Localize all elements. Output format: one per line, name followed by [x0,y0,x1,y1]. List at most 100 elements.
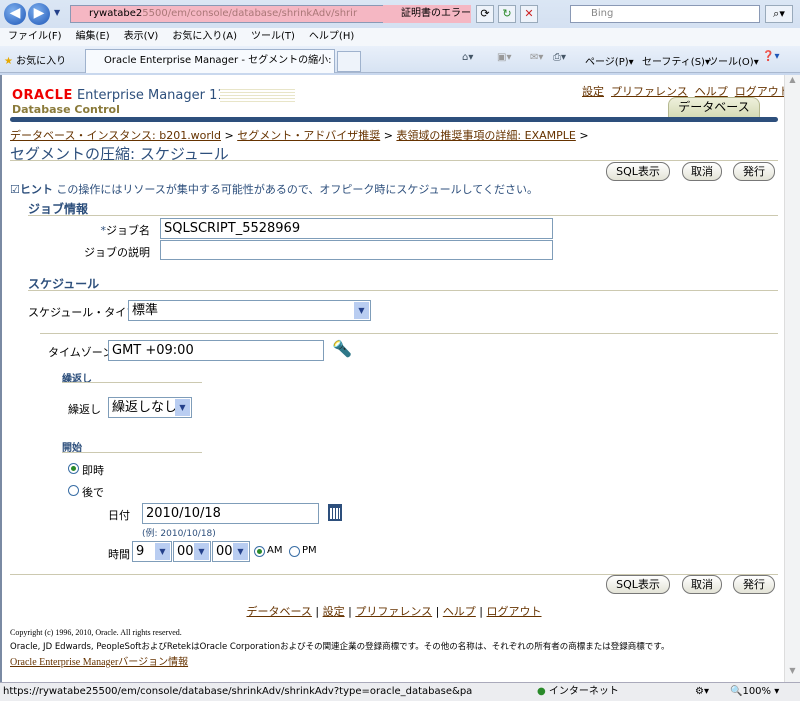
schedule-type-value: 標準 [132,303,159,318]
tab-database-label: データベース [678,100,750,114]
repeat-value: 繰返しなし [112,400,178,415]
second-select[interactable]: 00 ▼ [212,541,250,562]
home-icon[interactable]: ⌂▾ [462,52,473,63]
protected-mode-icon[interactable]: ⚙▾ [695,683,709,701]
flashlight-search-icon[interactable]: 🔦 [332,339,352,358]
cancel-button-bottom[interactable]: 取消 [682,575,722,594]
footer-link-help[interactable]: ヘルプ [443,605,476,618]
type-divider [40,333,778,334]
repeat-select[interactable]: 繰返しなし ▼ [108,397,192,418]
pm-radio[interactable] [289,546,300,557]
footer-link-database[interactable]: データベース [246,605,311,618]
show-sql-button[interactable]: SQL表示 [606,162,670,181]
trademark-notice: Oracle, JD Edwards, PeopleSoftおよびRetekはO… [10,642,670,652]
calendar-icon[interactable] [328,504,342,521]
forward-button[interactable]: ▶ [28,3,50,25]
menu-bar: ファイル(F) 編集(E) 表示(V) お気に入り(A) ツール(T) ヘルプ(H) [0,28,800,46]
timezone-input[interactable]: GMT +09:00 [108,340,324,361]
refresh-icon[interactable]: ↻ [498,5,516,23]
menu-tools[interactable]: ツール(T) [251,31,295,42]
submit-button[interactable]: 発行 [733,162,775,181]
help-icon[interactable]: ❓▾ [762,51,779,62]
menu-view[interactable]: 表示(V) [124,31,159,42]
menu-help[interactable]: ヘルプ(H) [309,31,354,42]
breadcrumb: データベース・インスタンス: b201.world > セグメント・アドバイザ推… [10,129,589,142]
vertical-scrollbar[interactable]: ▲ ▼ [784,75,800,682]
stop-icon[interactable]: ✕ [520,5,538,23]
job-name-input[interactable]: SQLSCRIPT_5528969 [160,218,553,239]
mail-icon[interactable]: ✉▾ [530,52,543,63]
chevron-down-icon: ▼ [233,543,248,560]
menu-file[interactable]: ファイル(F) [8,31,62,42]
back-button[interactable]: ◀ [4,3,26,25]
cancel-button[interactable]: 取消 [682,162,722,181]
menu-edit[interactable]: 編集(E) [76,31,110,42]
chevron-down-icon: ▼ [354,302,369,319]
search-input[interactable]: Bing [570,5,760,23]
history-dropdown-icon[interactable]: ▼ [54,8,60,17]
tools-menu[interactable]: ツール(O)▾ [708,53,759,68]
menu-favorites[interactable]: お気に入り(A) [172,31,237,42]
certificate-error-button[interactable]: 証明書のエラー [383,5,471,23]
job-name-label: *ジョブ名 [100,224,151,237]
product-subtitle: Database Control [12,103,120,116]
status-bar: https://rywatabe25500/em/console/databas… [0,682,800,701]
tab-title: Oracle Enterprise Manager - セグメントの縮小: スケ… [104,55,334,66]
schedule-type-label: スケジュール・タイプ [28,306,138,319]
safety-menu[interactable]: セーフティ(S)▾ [642,53,710,68]
minute-select[interactable]: 00 ▼ [173,541,211,562]
link-setup[interactable]: 設定 [582,85,604,98]
breadcrumb-tablespace[interactable]: 表領域の推奨事項の詳細: EXAMPLE [396,129,575,142]
feeds-icon[interactable]: ▣▾ [497,52,511,63]
tab-active[interactable]: Oracle Enterprise Manager - セグメントの縮小: スケ… [85,49,335,73]
title-divider [10,160,778,161]
job-desc-label: ジョブの説明 [84,246,150,259]
footer-links: データベース | 設定 | プリファレンス | ヘルプ | ログアウト [246,605,542,618]
footer-link-preferences[interactable]: プリファレンス [355,605,432,618]
breadcrumb-instance[interactable]: データベース・インスタンス: b201.world [10,129,221,142]
favorites-label: お気に入り [16,56,67,67]
logo-decoration [220,89,295,102]
search-icon[interactable]: ⌕▾ [765,5,793,23]
copyright: Copyright (c) 1996, 2010, Oracle. All ri… [10,628,182,637]
header-bar [10,117,778,122]
start-divider [62,452,202,453]
hour-select[interactable]: 9 ▼ [132,541,172,562]
cert-error-label: 証明書のエラー [401,8,471,19]
hint: ☑ヒント この操作にはリソースが集中する可能性があるので、オフピーク時にスケジュ… [10,181,538,197]
page-menu[interactable]: ページ(P)▾ [585,53,634,68]
submit-button-bottom[interactable]: 発行 [733,575,775,594]
print-icon[interactable]: ⎙▾ [553,52,566,63]
hint-label: ヒント [19,183,53,196]
show-sql-button-bottom[interactable]: SQL表示 [606,575,670,594]
repeat-divider [62,382,202,383]
compat-view-icon[interactable]: ⟳ [476,5,494,23]
version-link[interactable]: Oracle Enterprise Managerバージョン情報 [10,653,188,668]
footer-link-setup[interactable]: 設定 [323,605,345,618]
date-label: 日付 [108,509,130,522]
schedule-divider [28,290,778,291]
footer-link-logout[interactable]: ログアウト [487,605,542,618]
tab-database[interactable]: データベース [668,97,760,117]
date-input[interactable]: 2010/10/18 [142,503,319,524]
date-example: (例: 2010/10/18) [142,529,216,539]
time-label: 時間 [108,548,130,561]
hint-text: この操作にはリソースが集中する可能性があるので、オフピーク時にスケジュールしてく… [56,183,538,196]
am-label: AM [267,545,283,556]
immediate-radio[interactable] [68,463,79,474]
favorites-button[interactable]: ★ お気に入り [4,52,66,67]
job-divider [28,215,778,216]
new-tab-button[interactable] [337,51,361,72]
chevron-down-icon: ▼ [194,543,209,560]
job-desc-input[interactable] [160,240,553,260]
am-radio[interactable] [254,546,265,557]
zoom-control[interactable]: 🔍100% ▾ [730,683,779,701]
later-radio[interactable] [68,485,79,496]
schedule-type-select[interactable]: 標準 ▼ [128,300,371,321]
pm-label: PM [302,545,317,556]
minute-value: 00 [177,544,194,559]
oracle-logo: ORACLE Enterprise Manager 11g [12,88,234,103]
page-menu-label: ページ(P) [585,57,629,68]
breadcrumb-advisor[interactable]: セグメント・アドバイザ推奨 [237,129,380,142]
star-icon: ★ [4,56,13,67]
